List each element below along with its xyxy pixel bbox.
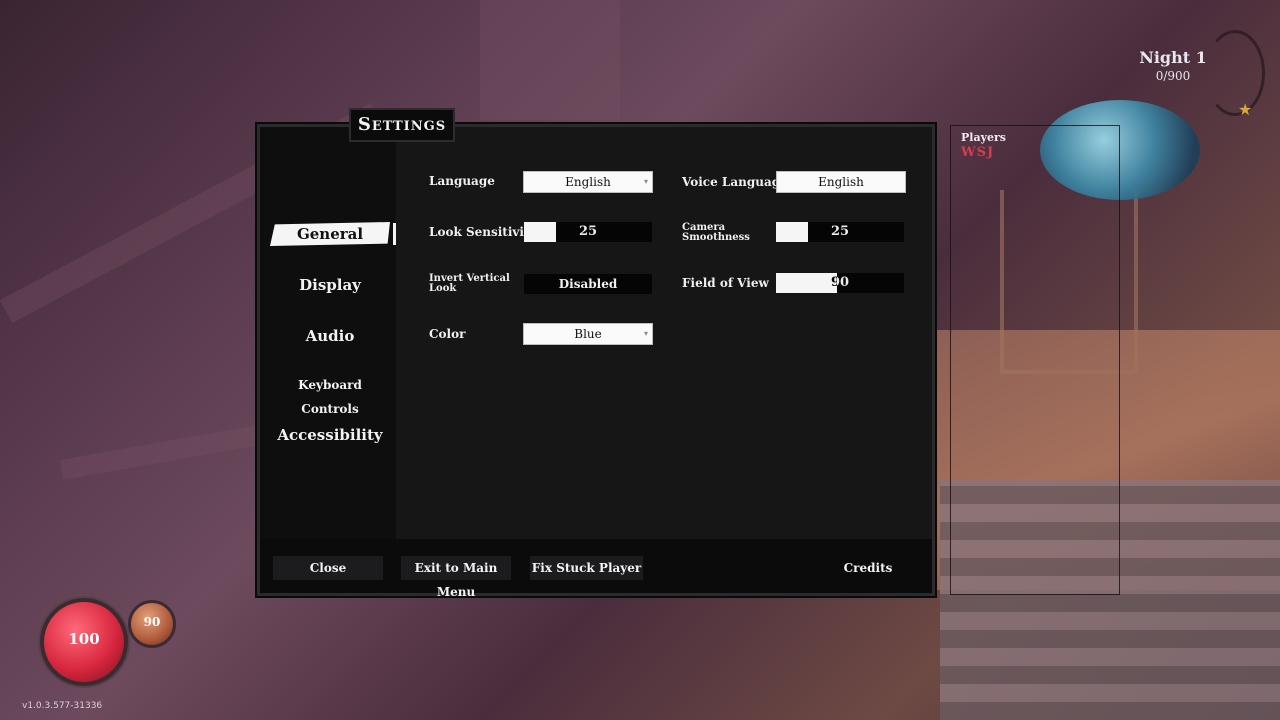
field-of-view-slider[interactable]: 90 xyxy=(776,273,904,293)
field-of-view-value: 90 xyxy=(830,275,850,290)
camera-smoothness-label: Camera Smoothness xyxy=(682,223,750,243)
color-label: Color xyxy=(429,327,466,341)
color-value: Blue xyxy=(574,327,602,341)
moon-icon xyxy=(1205,30,1265,116)
voice-language-label: Voice Language xyxy=(682,175,788,189)
star-icon: ★ xyxy=(1238,100,1253,119)
credits-button[interactable]: Credits xyxy=(830,556,906,580)
voice-language-dropdown[interactable]: English xyxy=(776,171,906,193)
settings-content: Language English ▾ Voice Language Englis… xyxy=(396,127,932,539)
settings-footer: Close Exit to Main Menu Fix Stuck Player… xyxy=(260,539,932,599)
nav-general[interactable]: General xyxy=(270,222,390,246)
camera-smoothness-label-line2: Smoothness xyxy=(682,232,750,243)
health-value: 100 xyxy=(68,630,100,648)
invert-vertical-label-line2: Look xyxy=(429,283,457,294)
language-label: Language xyxy=(429,174,495,188)
exit-to-main-menu-button[interactable]: Exit to Main Menu xyxy=(401,556,511,599)
language-dropdown[interactable]: English ▾ xyxy=(523,171,653,193)
camera-smoothness-value: 25 xyxy=(830,224,850,239)
look-sensitivity-slider[interactable]: 25 xyxy=(524,222,652,242)
fix-stuck-player-button[interactable]: Fix Stuck Player xyxy=(530,556,643,580)
camera-smoothness-slider[interactable]: 25 xyxy=(776,222,904,242)
look-sensitivity-label: Look Sensitivity xyxy=(429,225,537,239)
nav-audio[interactable]: Audio xyxy=(270,324,390,348)
nav-display[interactable]: Display xyxy=(270,273,390,297)
invert-vertical-look-toggle[interactable]: Disabled xyxy=(524,274,652,294)
settings-window: General Display Audio Keyboard Controls … xyxy=(257,124,935,599)
nav-accessibility[interactable]: Accessibility xyxy=(270,423,390,447)
stamina-value: 90 xyxy=(143,615,161,629)
players-panel: Players WSJ xyxy=(950,125,1120,595)
night-progress: 0/900 xyxy=(1155,69,1191,83)
field-of-view-label: Field of View xyxy=(682,276,769,290)
invert-vertical-look-label: Invert Vertical Look xyxy=(429,274,510,294)
color-dropdown[interactable]: Blue ▾ xyxy=(523,323,653,345)
settings-title: Settings xyxy=(349,108,455,142)
stamina-orb: 90 xyxy=(128,600,176,648)
chevron-down-icon: ▾ xyxy=(643,329,648,338)
voice-language-value: English xyxy=(818,175,864,189)
health-orb: 100 xyxy=(40,598,128,686)
version-label: v1.0.3.577-31336 xyxy=(22,701,103,711)
players-label: Players xyxy=(961,131,1006,144)
night-title: Night 1 xyxy=(1139,48,1207,67)
background-beam xyxy=(480,0,620,120)
player-name: WSJ xyxy=(961,145,995,160)
chevron-down-icon: ▾ xyxy=(643,177,648,186)
language-value: English xyxy=(565,175,611,189)
nav-keyboard-controls[interactable]: Keyboard Controls xyxy=(270,373,390,416)
night-indicator: Night 1 0/900 xyxy=(1138,48,1208,83)
settings-sidebar: General Display Audio Keyboard Controls … xyxy=(260,127,397,539)
close-button[interactable]: Close xyxy=(273,556,383,580)
look-sensitivity-value: 25 xyxy=(578,224,598,239)
